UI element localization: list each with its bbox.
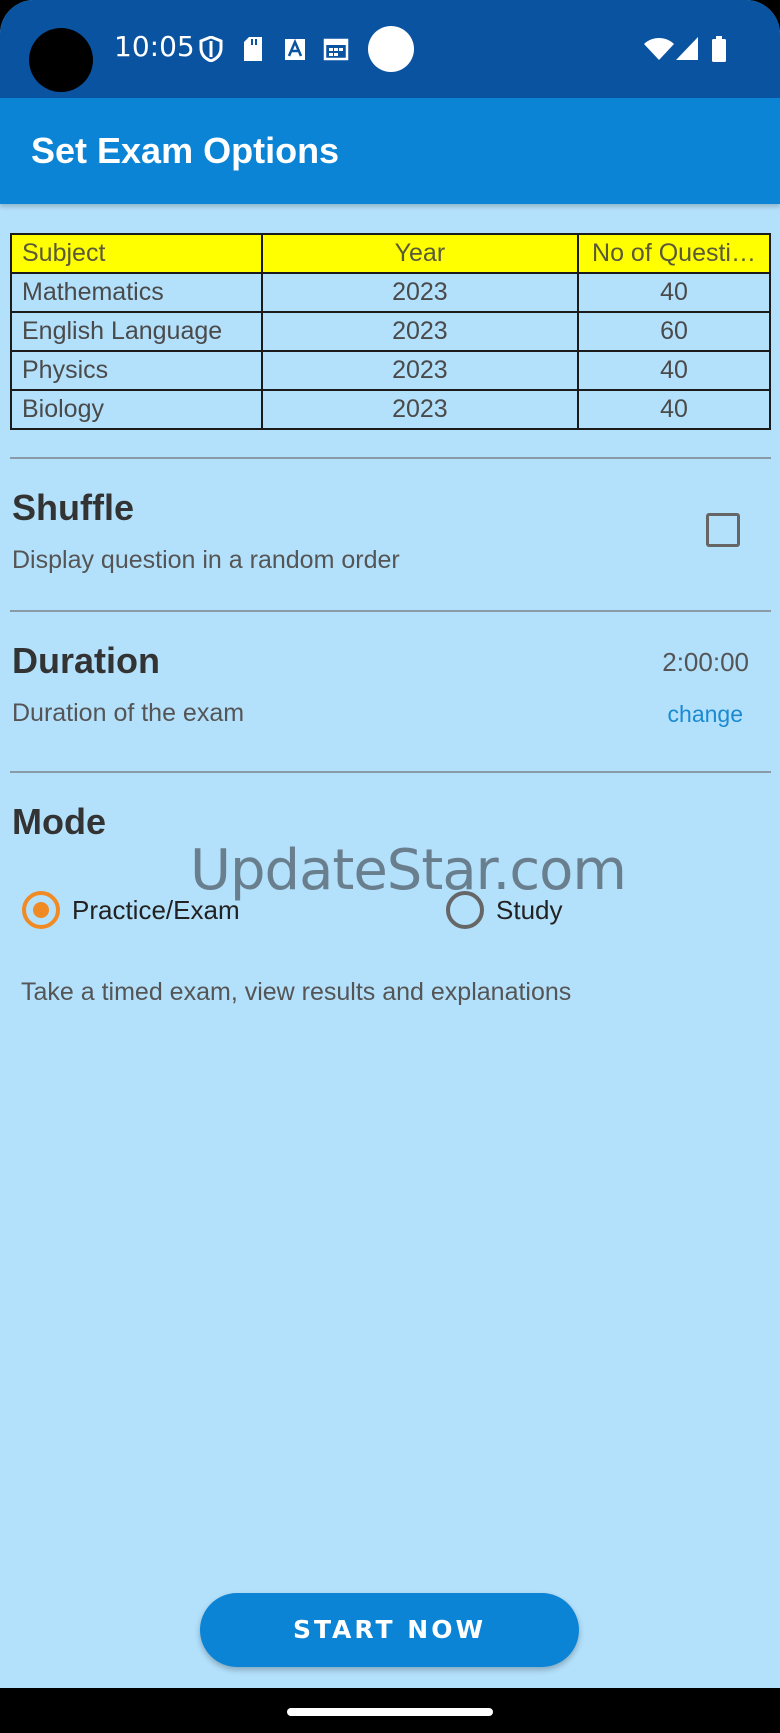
navigation-bar xyxy=(0,1688,780,1733)
status-bar: 10:05 xyxy=(0,0,780,98)
sd-card-icon xyxy=(244,37,262,61)
shuffle-checkbox[interactable] xyxy=(706,513,740,547)
cell-questions: 40 xyxy=(577,350,771,391)
table-header-row: Subject Year No of Questi… xyxy=(10,233,771,274)
divider xyxy=(10,771,771,773)
duration-value: 2:00:00 xyxy=(662,647,749,677)
notification-dot-icon xyxy=(368,26,414,72)
column-header-year: Year xyxy=(260,233,580,274)
shuffle-title: Shuffle xyxy=(12,487,134,528)
start-now-button[interactable]: START NOW xyxy=(200,1593,579,1667)
table-row: Physics 2023 40 xyxy=(10,350,771,391)
calendar-icon xyxy=(323,38,349,61)
cell-subject: Physics xyxy=(10,350,263,391)
study-label[interactable]: Study xyxy=(496,895,563,926)
shield-icon xyxy=(199,36,223,62)
change-duration-link[interactable]: change xyxy=(668,701,743,728)
cell-subject: Biology xyxy=(10,389,263,430)
battery-icon xyxy=(712,36,726,62)
duration-subtitle: Duration of the exam xyxy=(12,699,245,727)
watermark: UpdateStar.com xyxy=(190,838,627,903)
camera-cutout xyxy=(29,28,93,92)
table-row: English Language 2023 60 xyxy=(10,311,771,352)
home-gesture-handle[interactable] xyxy=(287,1708,493,1716)
column-header-subject: Subject xyxy=(10,233,263,274)
study-radio[interactable] xyxy=(446,891,484,929)
cell-year: 2023 xyxy=(260,272,580,313)
status-time: 10:05 xyxy=(114,30,195,63)
wifi-icon xyxy=(644,38,674,60)
cell-questions: 40 xyxy=(577,389,771,430)
shuffle-subtitle: Display question in a random order xyxy=(12,546,400,574)
cell-subject: English Language xyxy=(10,311,263,352)
duration-title: Duration xyxy=(12,640,160,681)
practice-exam-radio[interactable] xyxy=(22,891,60,929)
cell-year: 2023 xyxy=(260,350,580,391)
screen: 10:05 Set Exam Options Subject Year No o… xyxy=(0,0,780,1733)
cell-year: 2023 xyxy=(260,311,580,352)
cell-year: 2023 xyxy=(260,389,580,430)
practice-exam-label[interactable]: Practice/Exam xyxy=(72,895,240,926)
page-title: Set Exam Options xyxy=(31,130,340,171)
font-a-icon xyxy=(285,38,305,60)
app-bar: Set Exam Options xyxy=(0,98,780,204)
mode-description: Take a timed exam, view results and expl… xyxy=(21,978,572,1006)
table-row: Mathematics 2023 40 xyxy=(10,272,771,313)
table-row: Biology 2023 40 xyxy=(10,389,771,430)
column-header-questions: No of Questi… xyxy=(577,233,771,274)
divider xyxy=(10,610,771,612)
mode-title: Mode xyxy=(12,801,106,842)
exam-subjects-table: Subject Year No of Questi… Mathematics 2… xyxy=(10,233,771,430)
cell-subject: Mathematics xyxy=(10,272,263,313)
signal-icon xyxy=(676,37,698,60)
cell-questions: 60 xyxy=(577,311,771,352)
divider xyxy=(10,457,771,459)
cell-questions: 40 xyxy=(577,272,771,313)
